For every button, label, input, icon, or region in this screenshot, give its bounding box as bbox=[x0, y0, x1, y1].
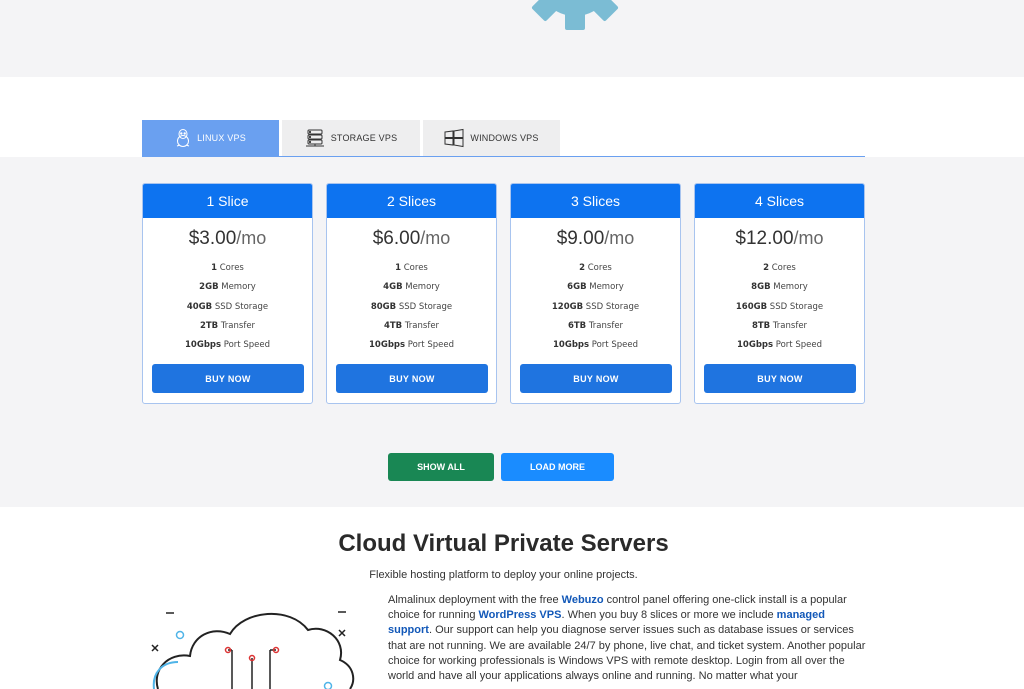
show-all-button[interactable]: SHOW ALL bbox=[388, 453, 494, 481]
feature-list: 1 Cores 2GB Memory 40GB SSD Storage 2TB … bbox=[143, 259, 312, 355]
feature-storage: 120GB SSD Storage bbox=[551, 301, 640, 312]
tab-label: WINDOWS VPS bbox=[470, 133, 539, 143]
plan-card-1-slice: 1 Slice $3.00/mo 1 Cores 2GB Memory 40GB… bbox=[142, 183, 313, 404]
price-unit: /mo bbox=[604, 228, 635, 248]
buy-now-button[interactable]: BUY NOW bbox=[704, 364, 856, 393]
feature-port-speed: 10Gbps Port Speed bbox=[369, 340, 454, 351]
wordpress-vps-link[interactable]: WordPress VPS bbox=[479, 609, 562, 621]
plan-price: $6.00/mo bbox=[327, 228, 496, 252]
plan-card-3-slices: 3 Slices $9.00/mo 2 Cores 6GB Memory 120… bbox=[510, 183, 681, 404]
plan-price: $3.00/mo bbox=[143, 228, 312, 252]
plan-title: 1 Slice bbox=[143, 184, 312, 218]
tab-label: STORAGE VPS bbox=[330, 133, 398, 143]
load-more-button[interactable]: LOAD MORE bbox=[501, 453, 614, 481]
feature-port-speed: 10Gbps Port Speed bbox=[185, 340, 270, 351]
feature-transfer: 8TB Transfer bbox=[751, 320, 808, 331]
feature-memory: 2GB Memory bbox=[199, 282, 256, 293]
price-unit: /mo bbox=[793, 228, 824, 248]
feature-storage: 160GB SSD Storage bbox=[735, 301, 824, 312]
feature-cores: 1 Cores bbox=[211, 263, 244, 273]
plan-title: 2 Slices bbox=[327, 184, 496, 218]
price-amount: $9.00 bbox=[556, 228, 605, 249]
feature-transfer: 2TB Transfer bbox=[199, 320, 256, 331]
price-amount: $12.00 bbox=[735, 228, 794, 249]
plan-price: $12.00/mo bbox=[695, 228, 864, 252]
tab-windows-vps[interactable]: WINDOWS VPS bbox=[423, 120, 560, 156]
feature-memory: 8GB Memory bbox=[751, 282, 808, 293]
tab-linux-vps[interactable]: LINUX VPS bbox=[142, 120, 279, 156]
gear-icon bbox=[531, 0, 619, 30]
feature-port-speed: 10Gbps Port Speed bbox=[553, 340, 638, 351]
feature-storage: 40GB SSD Storage bbox=[186, 301, 269, 312]
plan-title: 4 Slices bbox=[695, 184, 864, 218]
paragraph-text: Almalinux deployment with the free bbox=[388, 594, 562, 606]
vps-type-tabs: LINUX VPS STORAGE VPS WINDOWS VPS bbox=[142, 120, 865, 158]
feature-list: 2 Cores 8GB Memory 160GB SSD Storage 8TB… bbox=[695, 259, 864, 355]
tab-label: LINUX VPS bbox=[197, 133, 246, 143]
feature-cores: 2 Cores bbox=[763, 263, 796, 273]
feature-transfer: 4TB Transfer bbox=[383, 320, 440, 331]
windows-logo-icon bbox=[444, 128, 464, 148]
buy-now-button[interactable]: BUY NOW bbox=[520, 364, 672, 393]
feature-cores: 2 Cores bbox=[579, 263, 612, 273]
feature-memory: 6GB Memory bbox=[567, 282, 624, 293]
buy-now-button[interactable]: BUY NOW bbox=[152, 364, 304, 393]
hero-band bbox=[0, 0, 1024, 77]
feature-list: 1 Cores 4GB Memory 80GB SSD Storage 4TB … bbox=[327, 259, 496, 355]
feature-port-speed: 10Gbps Port Speed bbox=[737, 340, 822, 351]
paragraph-text: . Our support can help you diagnose serv… bbox=[388, 624, 866, 683]
section-paragraph: Almalinux deployment with the free Webuz… bbox=[388, 593, 866, 684]
feature-transfer: 6TB Transfer bbox=[567, 320, 624, 331]
storage-server-icon bbox=[305, 128, 325, 148]
cloud-circuit-illustration bbox=[151, 611, 355, 689]
feature-list: 2 Cores 6GB Memory 120GB SSD Storage 6TB… bbox=[511, 259, 680, 355]
feature-memory: 4GB Memory bbox=[383, 282, 440, 293]
tab-storage-vps[interactable]: STORAGE VPS bbox=[282, 120, 420, 156]
webuzo-link[interactable]: Webuzo bbox=[562, 594, 604, 606]
price-unit: /mo bbox=[420, 228, 451, 248]
buy-now-button[interactable]: BUY NOW bbox=[336, 364, 488, 393]
plan-price: $9.00/mo bbox=[511, 228, 680, 252]
plan-title: 3 Slices bbox=[511, 184, 680, 218]
price-unit: /mo bbox=[236, 228, 267, 248]
feature-storage: 80GB SSD Storage bbox=[370, 301, 453, 312]
price-amount: $3.00 bbox=[188, 228, 237, 249]
price-amount: $6.00 bbox=[372, 228, 421, 249]
plan-card-2-slices: 2 Slices $6.00/mo 1 Cores 4GB Memory 80G… bbox=[326, 183, 497, 404]
linux-penguin-icon bbox=[175, 128, 191, 148]
feature-cores: 1 Cores bbox=[395, 263, 428, 273]
section-subtitle: Flexible hosting platform to deploy your… bbox=[369, 569, 638, 581]
paragraph-text: . When you buy 8 slices or more we inclu… bbox=[561, 609, 777, 622]
section-heading: Cloud Virtual Private Servers bbox=[338, 530, 669, 557]
plan-card-4-slices: 4 Slices $12.00/mo 2 Cores 8GB Memory 16… bbox=[694, 183, 865, 404]
